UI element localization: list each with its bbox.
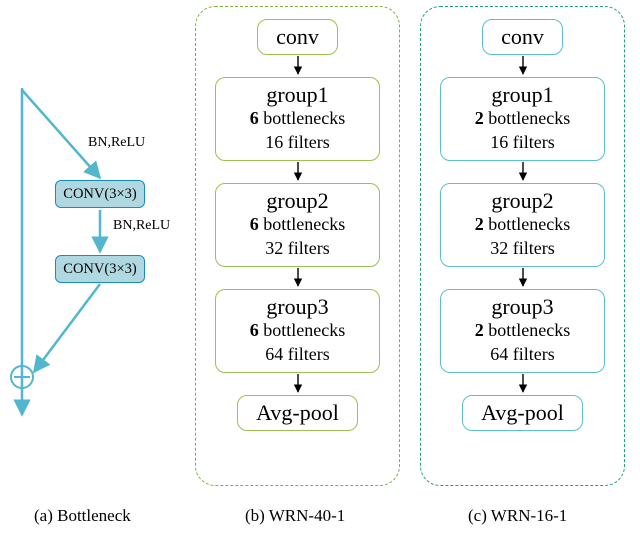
group2-box: group2 6 bottlenecks 32 filters <box>215 183 380 267</box>
group1-title: group1 <box>216 82 379 107</box>
group3-box: group3 2 bottlenecks 64 filters <box>440 289 605 373</box>
group2-bottlenecks: 6 bottlenecks <box>216 213 379 236</box>
group2-title: group2 <box>216 188 379 213</box>
group3-bottlenecks: 2 bottlenecks <box>441 319 604 342</box>
conv3x3-box-1: CONV(3×3) <box>55 180 145 208</box>
group1-bottlenecks: 6 bottlenecks <box>216 107 379 130</box>
avgpool-node: Avg-pool <box>237 395 358 431</box>
group3-title: group3 <box>441 294 604 319</box>
arrow <box>515 161 531 183</box>
conv3x3-label-1: CONV(3×3) <box>63 186 136 203</box>
avgpool-node: Avg-pool <box>462 395 583 431</box>
avgpool-label: Avg-pool <box>256 400 339 425</box>
conv-label: conv <box>501 24 544 49</box>
bn-relu-label-1: BN,ReLU <box>88 135 145 151</box>
group2-filters: 32 filters <box>216 237 379 260</box>
bn-relu-label-2: BN,ReLU <box>113 218 170 234</box>
group2-filters: 32 filters <box>441 237 604 260</box>
group3-title: group3 <box>216 294 379 319</box>
arrow <box>515 373 531 395</box>
arrow <box>290 55 306 77</box>
group3-filters: 64 filters <box>441 343 604 366</box>
group3-bottlenecks: 6 bottlenecks <box>216 319 379 342</box>
conv-node: conv <box>482 19 563 55</box>
group1-filters: 16 filters <box>441 131 604 154</box>
conv-label: conv <box>276 24 319 49</box>
arrow <box>290 161 306 183</box>
arrow <box>515 267 531 289</box>
group2-bottlenecks: 2 bottlenecks <box>441 213 604 236</box>
group3-box: group3 6 bottlenecks 64 filters <box>215 289 380 373</box>
group1-filters: 16 filters <box>216 131 379 154</box>
wrn16-1-panel: conv group1 2 bottlenecks 16 filters gro… <box>420 6 625 486</box>
bottleneck-diagram: CONV(3×3) CONV(3×3) BN,ReLU BN,ReLU <box>0 80 185 430</box>
group1-box: group1 2 bottlenecks 16 filters <box>440 77 605 161</box>
avgpool-label: Avg-pool <box>481 400 564 425</box>
arrow <box>290 373 306 395</box>
caption-a: (a) Bottleneck <box>34 506 131 526</box>
arrow <box>515 55 531 77</box>
group1-bottlenecks: 2 bottlenecks <box>441 107 604 130</box>
group2-box: group2 2 bottlenecks 32 filters <box>440 183 605 267</box>
group1-box: group1 6 bottlenecks 16 filters <box>215 77 380 161</box>
group1-title: group1 <box>441 82 604 107</box>
wrn40-1-panel: conv group1 6 bottlenecks 16 filters gro… <box>195 6 400 486</box>
conv3x3-box-2: CONV(3×3) <box>55 255 145 283</box>
caption-c: (c) WRN-16-1 <box>468 506 567 526</box>
caption-b: (b) WRN-40-1 <box>245 506 345 526</box>
group3-filters: 64 filters <box>216 343 379 366</box>
conv-node: conv <box>257 19 338 55</box>
group2-title: group2 <box>441 188 604 213</box>
conv3x3-label-2: CONV(3×3) <box>63 261 136 278</box>
arrow <box>290 267 306 289</box>
